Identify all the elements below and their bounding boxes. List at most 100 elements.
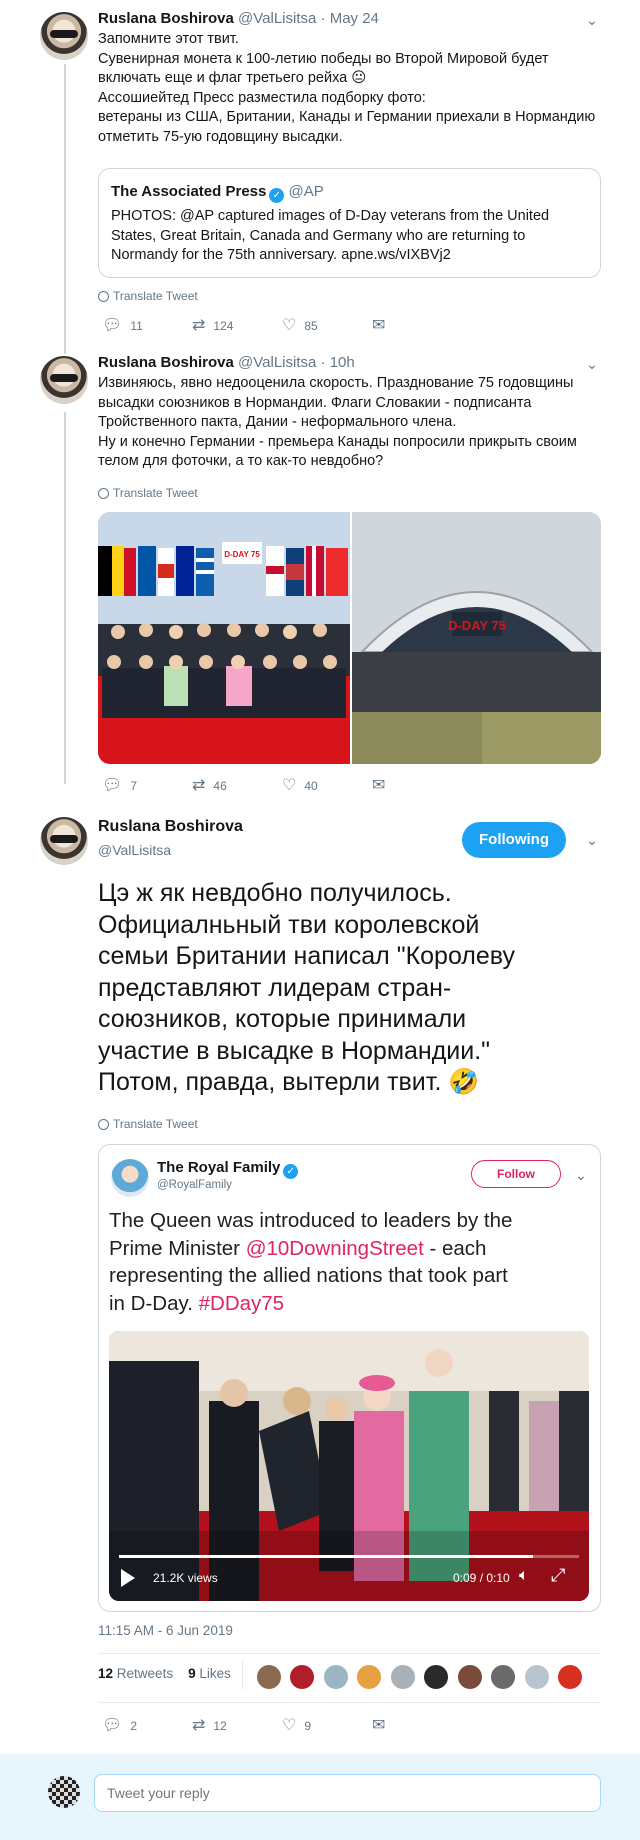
group-photo-illustration: D-DAY 75 (98, 512, 350, 764)
direct-message-button[interactable]: ✉ (372, 318, 462, 334)
royal-line: Prime Minister @10DowningStreet - each (109, 1235, 589, 1263)
divider (98, 1653, 601, 1654)
fullscreen-icon[interactable]: ⤢ (551, 1565, 565, 1586)
liker-avatar[interactable] (523, 1664, 550, 1690)
user-avatar[interactable] (48, 1776, 80, 1808)
avatar[interactable] (40, 356, 88, 404)
liker-avatar[interactable] (423, 1664, 450, 1690)
retweet-button[interactable]: ⇄ 124 (192, 318, 282, 334)
like-count: 9 (304, 1719, 312, 1733)
royal-line: in D-Day. #DDay75 (109, 1290, 589, 1318)
reply-count: 7 (130, 779, 137, 793)
tweet-date[interactable]: · 10h (321, 354, 355, 371)
speaker-icon[interactable]: 🔈︎ (519, 1567, 529, 1585)
quote-author-handle: @AP (288, 183, 324, 200)
tweet-line: Ассошиейтед Пресс разместила подборку фо… (98, 89, 426, 106)
liker-avatar[interactable] (456, 1664, 483, 1690)
play-icon[interactable] (121, 1569, 135, 1587)
author-handle[interactable]: @ValLisitsa (238, 10, 316, 27)
quote-line: PHOTOS: @AP captured images of D-Day vet… (111, 208, 550, 224)
video-time: 0:09 / 0:10 (453, 1571, 510, 1585)
tweet-line: союзников, которые принимали (98, 1005, 467, 1033)
reply-input[interactable] (94, 1774, 601, 1812)
reply-button[interactable]: 💬︎ 11 (102, 318, 192, 334)
like-button[interactable]: ♡ 40 (282, 778, 372, 794)
liker-avatar[interactable] (490, 1664, 517, 1690)
tweet-timestamp[interactable]: 11:15 AM - 6 Jun 2019 (98, 1623, 233, 1638)
retweets-stat[interactable]: 12 Retweets (98, 1666, 173, 1681)
mention-link[interactable]: @10DowningStreet (246, 1237, 424, 1260)
translate-tweet-link[interactable]: Translate Tweet (98, 289, 198, 303)
liker-avatar[interactable] (322, 1664, 349, 1690)
liker-avatar[interactable] (557, 1664, 584, 1690)
royal-name[interactable]: The Royal Family (157, 1159, 280, 1176)
following-button[interactable]: Following (462, 822, 566, 858)
reply-icon: 💬︎ (102, 317, 123, 334)
liker-avatar[interactable] (256, 1664, 282, 1690)
stadium-photo[interactable]: D-DAY 75 (352, 512, 601, 764)
likes-stat[interactable]: 9 Likes (188, 1666, 231, 1681)
tweet-line: отметить 75-ую годовщину высадки. (98, 128, 343, 145)
video-progress-track[interactable] (119, 1555, 579, 1558)
chevron-down-icon[interactable]: ⌄ (582, 830, 602, 850)
author-handle[interactable]: @ValLisitsa (98, 842, 171, 858)
tweet-line: семьи Британии написал "Королеву (98, 942, 516, 970)
liker-avatar[interactable] (356, 1664, 383, 1690)
reply-icon: 💬︎ (102, 1717, 123, 1734)
globe-icon (98, 1118, 109, 1130)
heart-icon: ♡ (282, 1717, 297, 1734)
tweet-line: Извиняюсь, явно недооценила скорость. Пр… (98, 375, 574, 391)
quoted-tweet[interactable]: The Associated Press ✓ @AP PHOTOS: @AP ca… (98, 168, 601, 278)
envelope-icon: ✉ (372, 1717, 386, 1734)
royal-handle[interactable]: @RoyalFamily (157, 1179, 232, 1191)
video-player[interactable]: 21.2K views 0:09 / 0:10 🔈︎ ⤢ (109, 1331, 589, 1601)
translate-tweet-link[interactable]: Translate Tweet (98, 1117, 198, 1131)
translate-label: Translate Tweet (113, 289, 198, 303)
tweet-actions: 💬︎ 7 ⇄ 46 ♡ 40 ✉ (102, 778, 462, 794)
tweet-actions: 💬︎ 2 ⇄ 12 ♡ 9 ✉ (102, 1718, 462, 1734)
direct-message-button[interactable]: ✉ (372, 1718, 462, 1734)
avatar[interactable] (40, 12, 88, 60)
verified-icon: ✓ (269, 188, 285, 203)
stats-divider (242, 1660, 243, 1690)
quote-line: Normandy for the 75th anniversary. apne.… (111, 247, 451, 264)
embedded-tweet[interactable]: The Royal Family ✓ @RoyalFamily Follow ⌄ … (98, 1144, 601, 1612)
direct-message-button[interactable]: ✉ (372, 778, 462, 794)
reply-button[interactable]: 💬︎ 2 (102, 1718, 192, 1734)
liker-avatars (256, 1664, 586, 1695)
reply-area (0, 1754, 640, 1840)
tweet-text: Извиняюсь, явно недооценила скорость. Пр… (98, 374, 618, 472)
retweet-count: 46 (213, 779, 227, 793)
author-handle[interactable]: @ValLisitsa (238, 354, 316, 371)
heart-icon: ♡ (282, 317, 297, 334)
envelope-icon: ✉ (372, 777, 386, 794)
hashtag-link[interactable]: #DDay75 (199, 1292, 284, 1315)
like-button[interactable]: ♡ 9 (282, 1718, 372, 1734)
author-name[interactable]: Ruslana Boshirova (98, 354, 234, 371)
chevron-down-icon[interactable]: ⌄ (582, 10, 602, 30)
follow-button[interactable]: Follow (471, 1160, 561, 1188)
tweet-date[interactable]: · May 24 (321, 10, 379, 27)
group-photo[interactable]: D-DAY 75 (98, 512, 350, 764)
retweet-count: 12 (213, 1719, 227, 1733)
liker-avatar[interactable] (289, 1664, 316, 1690)
photo-grid: D-DAY 75 D-DAY 75 (98, 512, 601, 764)
globe-icon (98, 290, 109, 302)
reply-icon: 💬︎ (102, 777, 123, 794)
tweet-line: Потом, правда, вытерли твит. 🤣 (98, 1068, 480, 1096)
retweet-button[interactable]: ⇄ 12 (192, 1718, 282, 1734)
reply-button[interactable]: 💬︎ 7 (102, 778, 192, 794)
author-name[interactable]: Ruslana Boshirova (98, 818, 243, 836)
translate-tweet-link[interactable]: Translate Tweet (98, 486, 198, 500)
liker-avatar[interactable] (389, 1664, 416, 1690)
avatar[interactable] (40, 817, 88, 865)
royal-avatar[interactable] (111, 1159, 149, 1197)
likes-stat-label: Likes (199, 1666, 231, 1681)
retweet-button[interactable]: ⇄ 46 (192, 778, 282, 794)
tweet-line: высадки союзников в Нормандии. Флаги Сло… (98, 394, 532, 411)
author-name[interactable]: Ruslana Boshirova (98, 10, 234, 27)
tweet-line: Официалньный тви королевской (98, 910, 480, 939)
chevron-down-icon[interactable]: ⌄ (582, 354, 602, 374)
chevron-down-icon[interactable]: ⌄ (571, 1165, 591, 1185)
like-button[interactable]: ♡ 85 (282, 318, 372, 334)
